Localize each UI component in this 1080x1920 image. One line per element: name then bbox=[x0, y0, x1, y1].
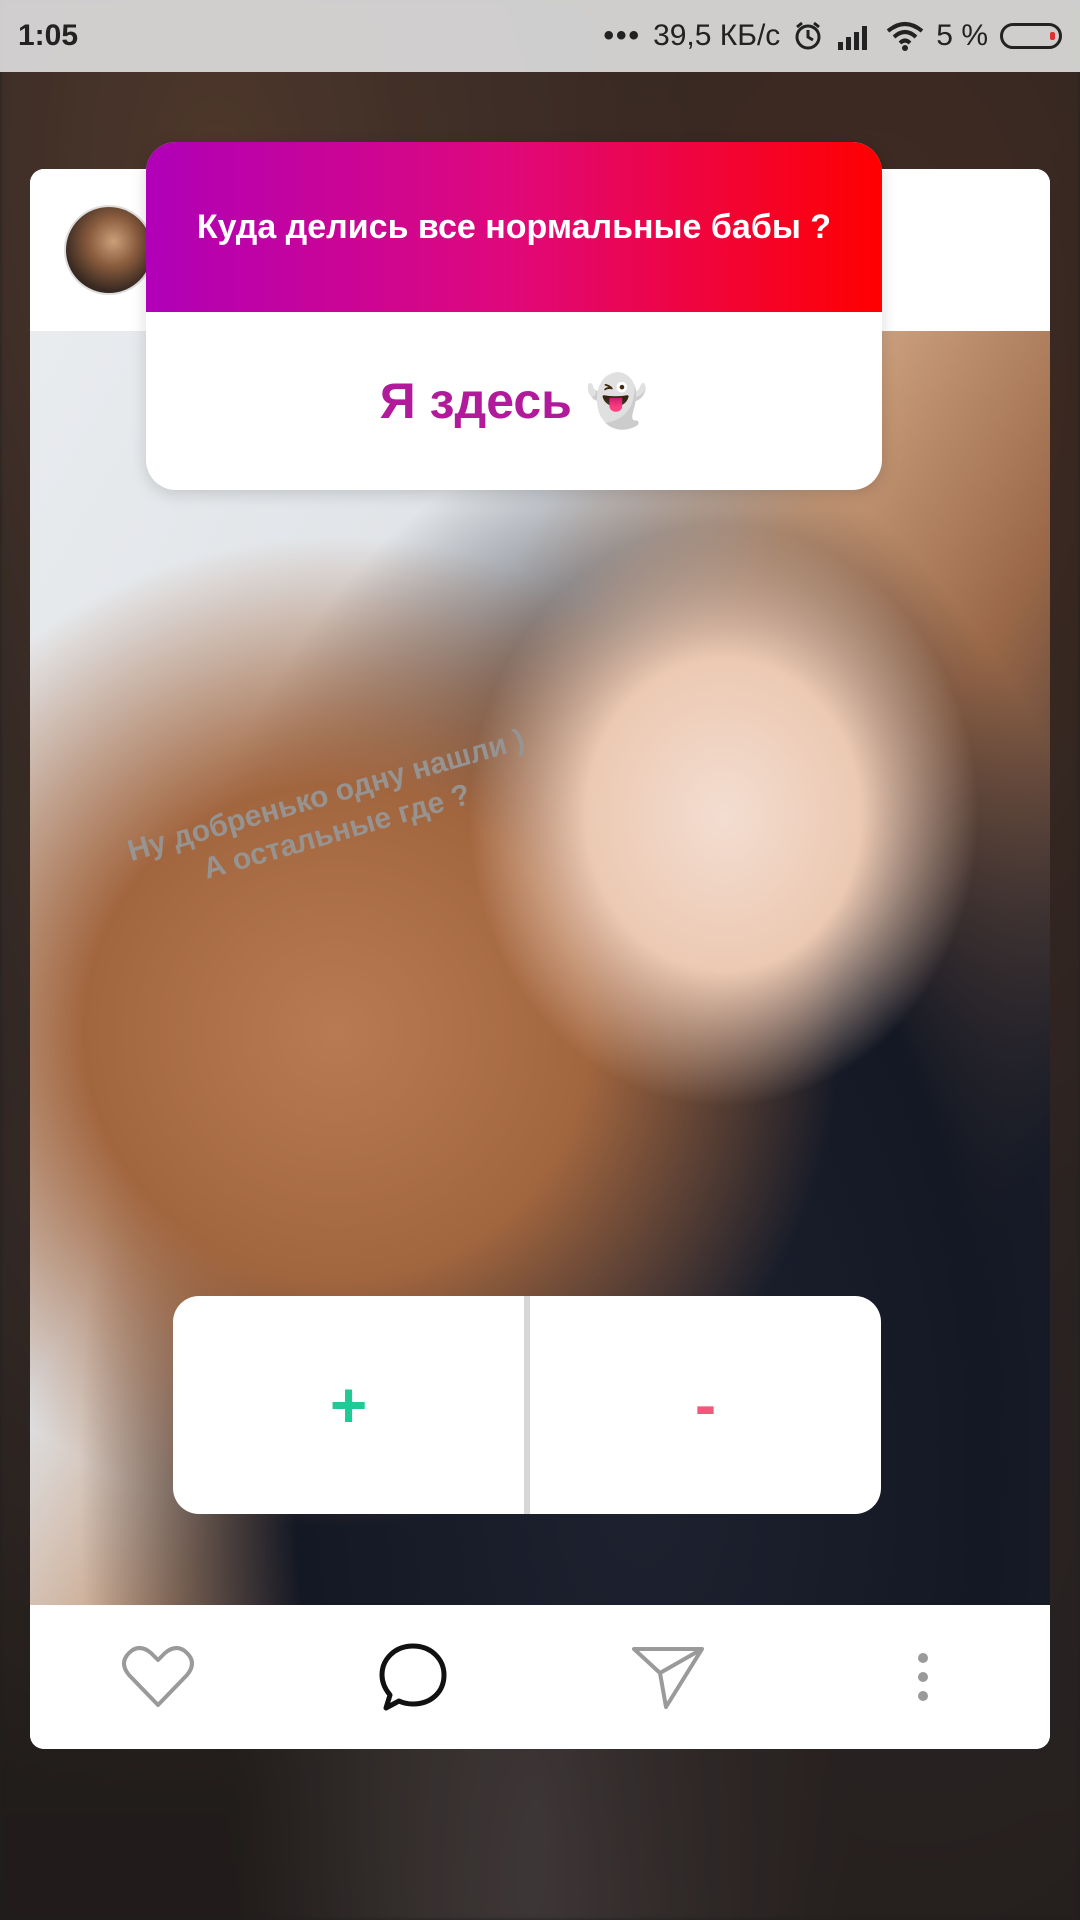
poll-option-no[interactable]: - bbox=[530, 1296, 881, 1514]
status-time: 1:05 bbox=[18, 19, 79, 52]
photo-caption: Ну добренько одну нашли ) А остальные гд… bbox=[100, 714, 563, 913]
more-notifications-icon: ••• bbox=[603, 19, 642, 52]
poll-option-no-label: - bbox=[694, 1369, 717, 1441]
card-footer bbox=[30, 1605, 1050, 1749]
avatar[interactable] bbox=[64, 205, 154, 295]
alarm-icon bbox=[792, 20, 824, 52]
poll-option-yes[interactable]: + bbox=[173, 1296, 524, 1514]
signal-icon bbox=[836, 22, 874, 50]
question-answer[interactable]: Я здесь 👻 bbox=[146, 312, 882, 490]
question-sticker: Куда делись все нормальные бабы ? Я здес… bbox=[146, 142, 882, 490]
more-icon[interactable] bbox=[878, 1632, 968, 1722]
poll-sticker: + - bbox=[173, 1296, 881, 1514]
battery-percent: 5 % bbox=[936, 19, 988, 52]
status-icons: ••• 39,5 КБ/с 5 % bbox=[604, 19, 1062, 53]
send-icon[interactable] bbox=[623, 1632, 713, 1722]
ghost-icon: 👻 bbox=[585, 372, 649, 429]
heart-icon[interactable] bbox=[113, 1632, 203, 1722]
poll-option-yes-label: + bbox=[329, 1369, 368, 1441]
comment-icon[interactable] bbox=[368, 1632, 458, 1722]
answer-text: Я здесь bbox=[379, 373, 572, 429]
wifi-icon bbox=[886, 21, 924, 51]
battery-icon bbox=[1000, 23, 1062, 49]
status-bar: 1:05 ••• 39,5 КБ/с 5 % bbox=[0, 0, 1080, 72]
network-speed: 39,5 КБ/с bbox=[653, 19, 781, 52]
question-text: Куда делись все нормальные бабы ? bbox=[146, 142, 882, 312]
